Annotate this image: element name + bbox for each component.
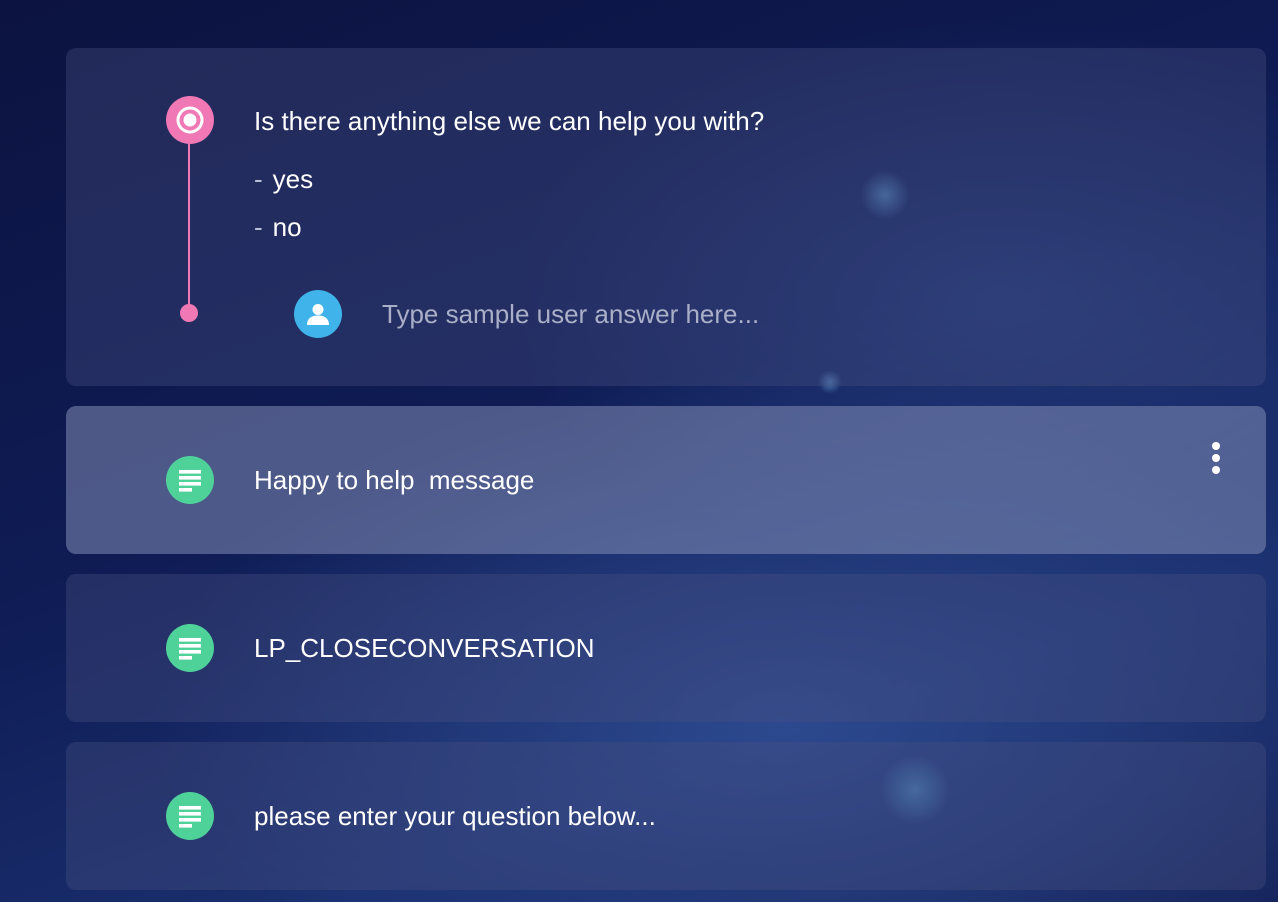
text-lines-icon: [166, 792, 214, 840]
sample-answer-input[interactable]: [372, 294, 992, 334]
message-text: Happy to help message: [254, 465, 535, 495]
question-target-icon: [166, 96, 214, 144]
option-label: no: [272, 212, 302, 242]
option-dash: -: [254, 164, 263, 194]
message-card[interactable]: please enter your question below...: [66, 742, 1266, 890]
option-dash: -: [254, 212, 263, 242]
timeline-line: [188, 144, 190, 312]
option-no[interactable]: - no: [254, 210, 302, 244]
message-text: LP_CLOSECONVERSATION: [254, 633, 595, 663]
question-text: Is there anything else we can help you w…: [254, 106, 765, 136]
option-yes[interactable]: - yes: [254, 162, 313, 196]
more-options-icon[interactable]: [1204, 440, 1228, 476]
text-lines-icon: [166, 624, 214, 672]
message-card[interactable]: LP_CLOSECONVERSATION: [66, 574, 1266, 722]
question-card[interactable]: Is there anything else we can help you w…: [66, 48, 1266, 386]
option-label: yes: [272, 164, 314, 194]
timeline-dot: [180, 304, 198, 322]
user-avatar-icon: [294, 290, 342, 338]
text-lines-icon: [166, 456, 214, 504]
message-text: please enter your question below...: [254, 801, 656, 831]
message-card[interactable]: Happy to help message: [66, 406, 1266, 554]
